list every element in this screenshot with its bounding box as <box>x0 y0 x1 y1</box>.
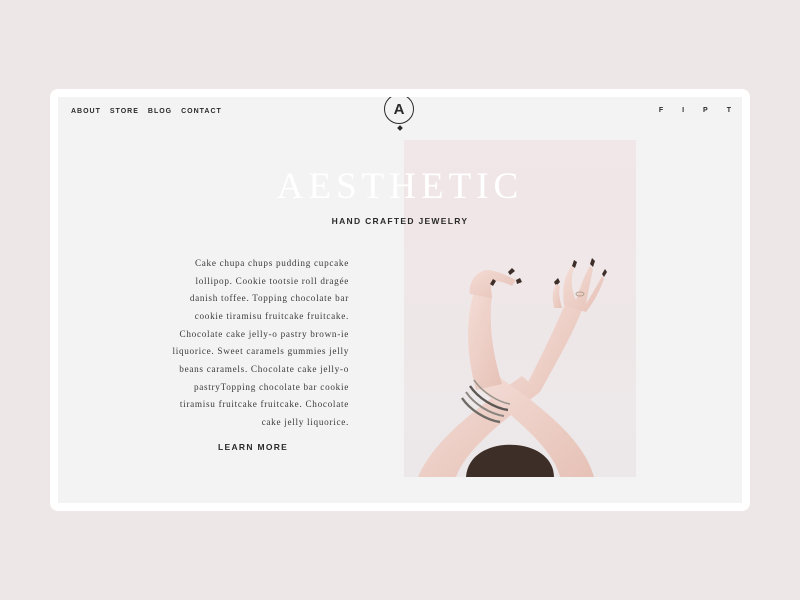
nav-item-blog[interactable]: BLOG <box>148 108 172 115</box>
hero-subtitle: HAND CRAFTED JEWELRY <box>331 216 469 226</box>
facebook-icon[interactable]: F <box>659 107 663 114</box>
instagram-icon[interactable]: I <box>682 107 684 114</box>
nav-item-store[interactable]: STORE <box>110 108 139 115</box>
main-nav: ABOUT STORE BLOG CONTACT <box>71 108 222 115</box>
site-logo[interactable]: A <box>384 97 414 124</box>
social-links: F I P T <box>659 107 731 114</box>
logo-letter: A <box>393 100 405 118</box>
twitter-icon[interactable]: T <box>727 107 731 114</box>
browser-frame: ABOUT STORE BLOG CONTACT A F I P T AESTH… <box>50 89 750 511</box>
hero-title: AESTHETIC <box>276 166 524 207</box>
pinterest-icon[interactable]: P <box>703 107 708 114</box>
website-page: ABOUT STORE BLOG CONTACT A F I P T AESTH… <box>58 97 742 503</box>
learn-more-link[interactable]: LEARN MORE <box>218 442 288 452</box>
nav-item-contact[interactable]: CONTACT <box>181 108 222 115</box>
logo-diamond-icon <box>397 125 403 131</box>
hero-description: Cake chupa chups pudding cupcake lollipo… <box>172 258 349 427</box>
nav-item-about[interactable]: ABOUT <box>71 108 101 115</box>
